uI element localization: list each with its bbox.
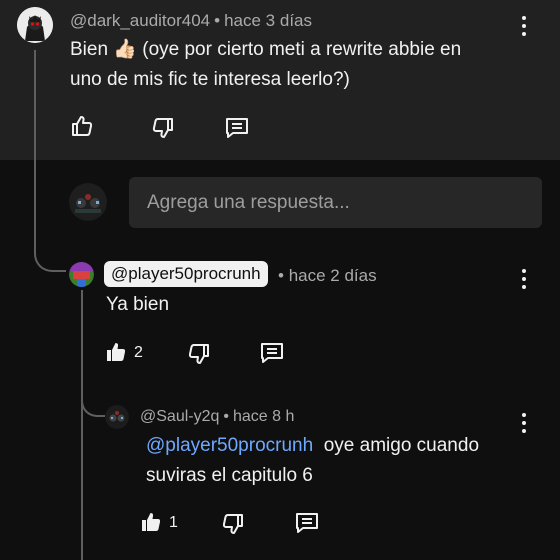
like-icon[interactable] (139, 510, 163, 534)
reply-time[interactable]: hace 2 días (289, 266, 377, 285)
reply-time[interactable]: hace 8 h (233, 408, 294, 425)
like-count: 1 (169, 514, 178, 531)
separator: • (278, 266, 284, 285)
avatar[interactable] (17, 7, 53, 43)
reply-input[interactable] (129, 177, 542, 228)
current-user-avatar (69, 183, 107, 221)
thread-line-curve (34, 240, 66, 272)
reply-handle-chip[interactable]: @player50procrunh (104, 261, 268, 287)
like-icon[interactable] (104, 340, 128, 364)
like-count: 2 (134, 344, 143, 361)
comment-meta: @dark_auditor404 • hace 3 días (70, 11, 312, 31)
thread-line-curve-2 (81, 385, 105, 417)
reply-icon[interactable] (224, 115, 250, 141)
mention-link[interactable]: @player50procrunh (146, 435, 313, 456)
more-vert-icon[interactable] (514, 13, 534, 39)
separator: • (214, 11, 221, 30)
reply-meta: @Saul-y2q • hace 8 h (140, 408, 294, 426)
thread-line-reply (81, 290, 83, 560)
thread-line (34, 50, 36, 255)
reply-box[interactable] (129, 177, 542, 228)
comment-text: Bien 👍🏻 (oye por cierto meti a rewrite a… (70, 35, 510, 95)
avatar[interactable] (69, 262, 94, 287)
comment-time[interactable]: hace 3 días (224, 11, 312, 30)
reply-icon[interactable] (259, 340, 285, 366)
reply-icon[interactable] (294, 510, 320, 536)
reply-handle[interactable]: @Saul-y2q (140, 408, 219, 425)
reply-text-line1: @player50procrunh oye amigo cuando (146, 431, 526, 461)
separator: • (223, 408, 229, 425)
more-vert-icon[interactable] (514, 266, 534, 292)
dislike-icon[interactable] (187, 342, 211, 366)
reply-text-content: oye amigo cuando (323, 435, 480, 456)
reply-text: @player50procrunh oye amigo cuando suvir… (146, 431, 526, 491)
comment-handle[interactable]: @dark_auditor404 (70, 11, 210, 30)
dislike-icon[interactable] (221, 512, 245, 536)
avatar[interactable] (105, 405, 129, 429)
comment-text-line1: Bien 👍🏻 (oye por cierto meti a rewrite a… (70, 39, 462, 60)
reply-text: Ya bien (106, 294, 170, 315)
reply-text-line2: suviras el capitulo 6 (146, 465, 313, 486)
comment-text-line2: uno de mis fic te interesa leerlo?) (70, 69, 350, 90)
dislike-icon[interactable] (151, 116, 175, 140)
like-icon[interactable] (70, 114, 94, 138)
reply-meta: • hace 2 días (278, 266, 377, 286)
